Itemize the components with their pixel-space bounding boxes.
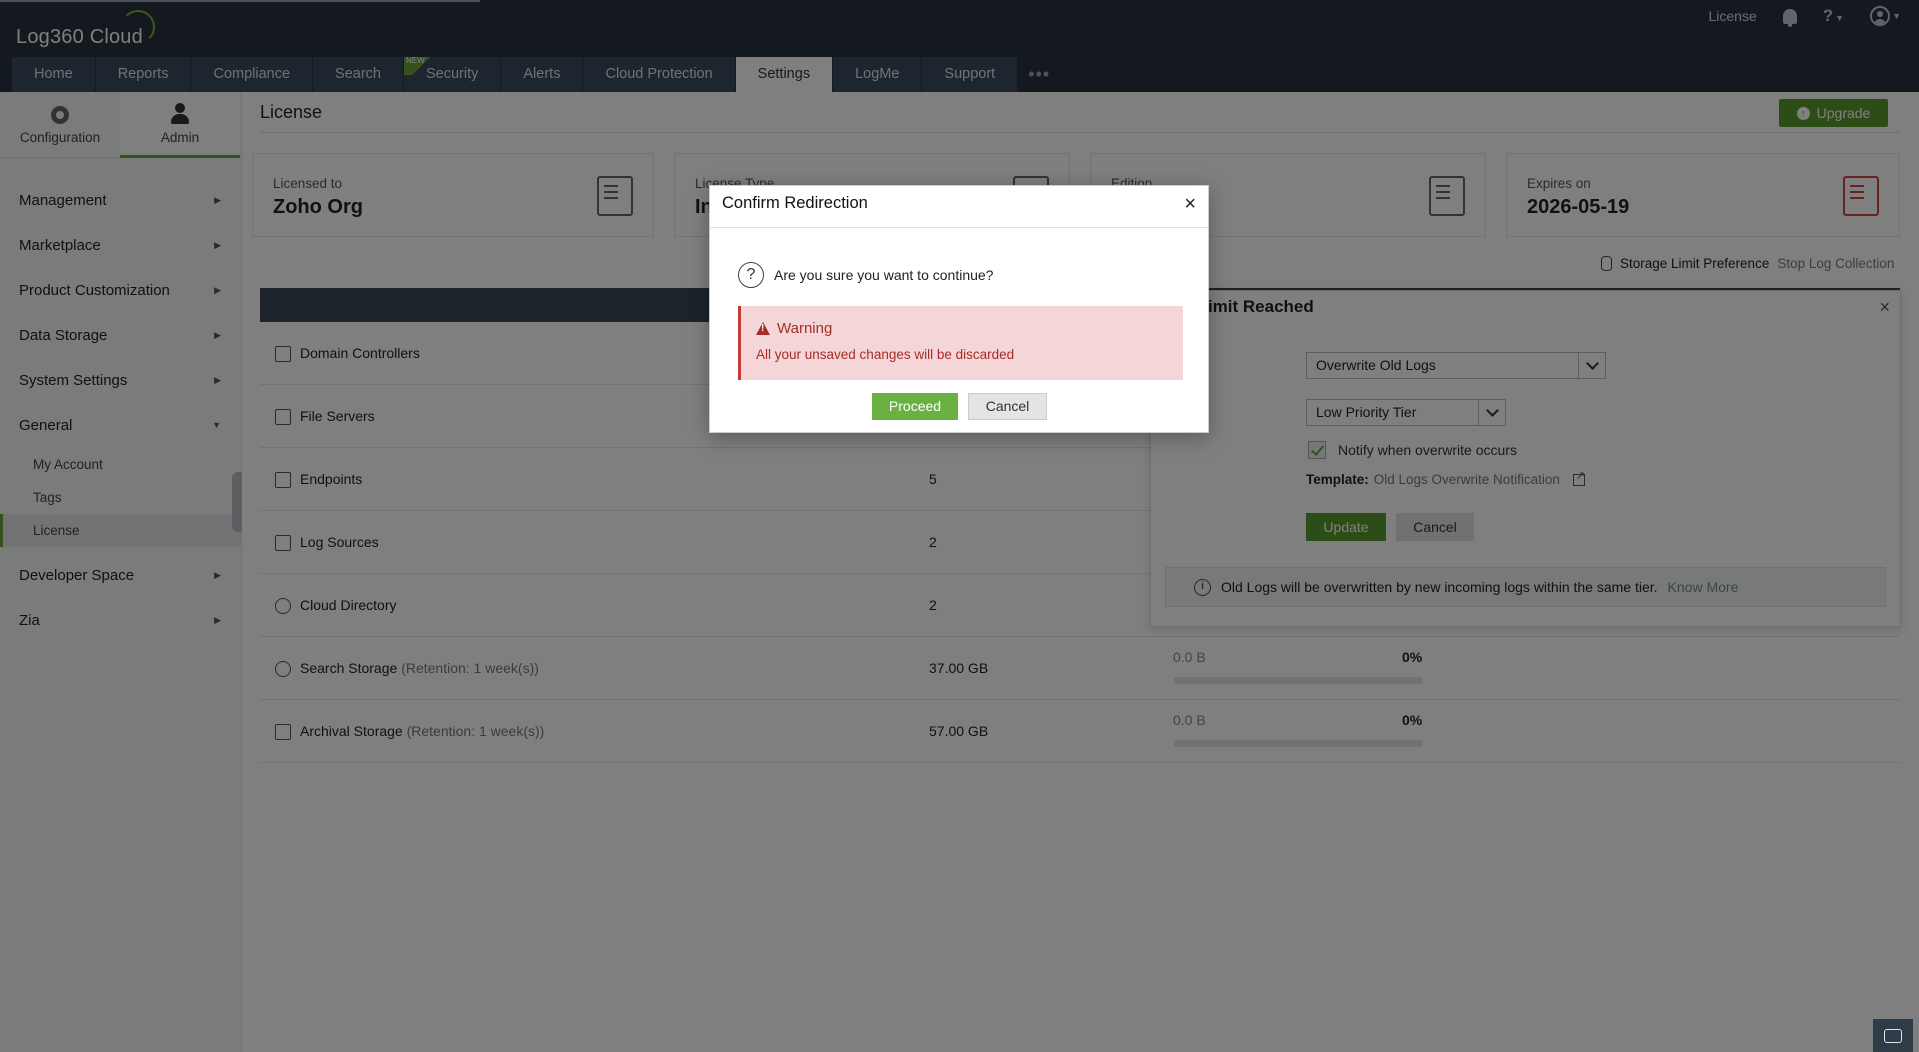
- cancel-button[interactable]: Cancel: [968, 393, 1047, 420]
- confirm-question: ? Are you sure you want to continue?: [738, 262, 993, 288]
- proceed-button[interactable]: Proceed: [872, 393, 958, 420]
- modal-header: Confirm Redirection ×: [710, 186, 1208, 228]
- confirm-redirection-dialog: Confirm Redirection × ? Are you sure you…: [709, 185, 1209, 433]
- chat-widget-button[interactable]: [1873, 1019, 1913, 1052]
- modal-title: Confirm Redirection: [722, 194, 868, 212]
- warning-icon: [756, 322, 770, 335]
- question-icon: ?: [738, 262, 764, 288]
- warning-title-text: Warning: [777, 320, 833, 337]
- warning-text: All your unsaved changes will be discard…: [756, 347, 1015, 362]
- modal-backdrop: [0, 0, 1919, 1052]
- chat-icon: [1884, 1028, 1902, 1043]
- question-text: Are you sure you want to continue?: [774, 267, 994, 283]
- warning-title: Warning: [756, 320, 832, 337]
- warning-box: Warning All your unsaved changes will be…: [738, 306, 1183, 380]
- close-icon[interactable]: ×: [1184, 194, 1196, 214]
